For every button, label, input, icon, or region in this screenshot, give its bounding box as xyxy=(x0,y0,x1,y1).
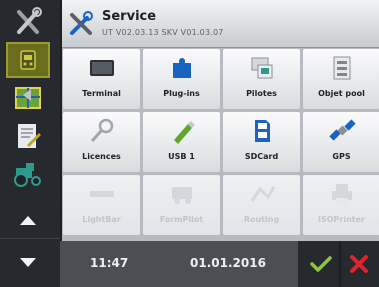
sidebar-item-controller[interactable] xyxy=(6,42,50,78)
lightbar-icon xyxy=(90,191,114,197)
tile-label: FarmPilot xyxy=(159,215,204,224)
page-title: Service xyxy=(102,9,157,24)
sidebar xyxy=(0,0,60,287)
routing-icon xyxy=(250,186,276,202)
tile-label: Plug-ins xyxy=(163,89,200,98)
tile-terminal[interactable]: Terminal xyxy=(63,49,140,109)
tile-label: Licences xyxy=(82,152,121,161)
arrow-down-icon xyxy=(20,258,36,267)
tile-pilotes[interactable]: Pilotes xyxy=(223,49,300,109)
tile-farmpilot: FarmPilot xyxy=(143,175,220,235)
farmpilot-icon xyxy=(172,187,192,204)
sd-card-icon xyxy=(255,120,270,142)
button-divider xyxy=(339,241,341,287)
satellite-icon xyxy=(329,119,356,141)
sidebar-item-field-map[interactable] xyxy=(6,80,50,116)
drivers-icon xyxy=(251,57,273,79)
tractor-icon xyxy=(14,163,41,187)
tile-label: Objet pool xyxy=(318,89,365,98)
tile-routing: Routing xyxy=(223,175,300,235)
tile-label: SDCard xyxy=(244,152,279,161)
tile-licences[interactable]: Licences xyxy=(63,112,140,172)
tools-icon xyxy=(17,7,42,34)
service-tiles-grid: Terminal Plug-ins Pilotes Objet pool Lic… xyxy=(62,48,379,241)
tile-label: Routing xyxy=(243,215,280,224)
terminal-icon xyxy=(90,60,114,76)
rail-divider xyxy=(0,238,60,239)
cancel-button[interactable] xyxy=(342,247,376,281)
tile-label: ISOPrinter xyxy=(318,215,365,224)
tile-label: LightBar xyxy=(82,215,121,224)
clock-date: 01.01.2016 xyxy=(190,256,266,270)
service-panel: Service UT V02.03.13 SKV V01.03.07 Termi… xyxy=(60,0,379,241)
clock-display: 11:47 01.01.2016 xyxy=(60,241,298,287)
tile-label: Terminal xyxy=(82,89,121,98)
version-info: UT V02.03.13 SKV V01.03.07 xyxy=(102,28,224,37)
close-icon xyxy=(350,255,368,273)
scroll-up-button[interactable] xyxy=(6,202,50,238)
tile-plug-ins[interactable]: Plug-ins xyxy=(143,49,220,109)
printer-icon xyxy=(332,184,352,204)
tools-icon xyxy=(70,11,93,35)
tile-sdcard[interactable]: SDCard xyxy=(223,112,300,172)
controller-icon xyxy=(20,50,36,70)
tile-label: USB 1 xyxy=(168,152,195,161)
sidebar-item-documents[interactable] xyxy=(6,118,50,154)
usb-stick-icon xyxy=(174,121,195,144)
object-pool-icon xyxy=(333,56,351,80)
tile-lightbar: LightBar xyxy=(63,175,140,235)
tile-label: GPS xyxy=(332,152,351,161)
status-bar: 11:47 01.01.2016 xyxy=(60,241,379,287)
document-edit-icon xyxy=(18,124,41,148)
tile-objet-pool[interactable]: Objet pool xyxy=(303,49,379,109)
clock-time: 11:47 xyxy=(90,256,129,270)
arrow-up-icon xyxy=(20,216,36,225)
scroll-down-button[interactable] xyxy=(6,245,50,281)
page-header: Service UT V02.03.13 SKV V01.03.07 xyxy=(62,0,379,48)
sidebar-item-service[interactable] xyxy=(6,4,50,40)
tile-gps[interactable]: GPS xyxy=(303,112,379,172)
field-map-icon xyxy=(15,87,41,109)
tile-label: Pilotes xyxy=(246,89,277,98)
tile-isoprinter: ISOPrinter xyxy=(303,175,379,235)
key-icon xyxy=(91,118,114,142)
puzzle-icon xyxy=(173,58,191,78)
tile-usb-1[interactable]: USB 1 xyxy=(143,112,220,172)
sidebar-item-tractor[interactable] xyxy=(6,156,50,192)
confirm-button[interactable] xyxy=(304,247,338,281)
checkmark-icon xyxy=(310,256,332,272)
